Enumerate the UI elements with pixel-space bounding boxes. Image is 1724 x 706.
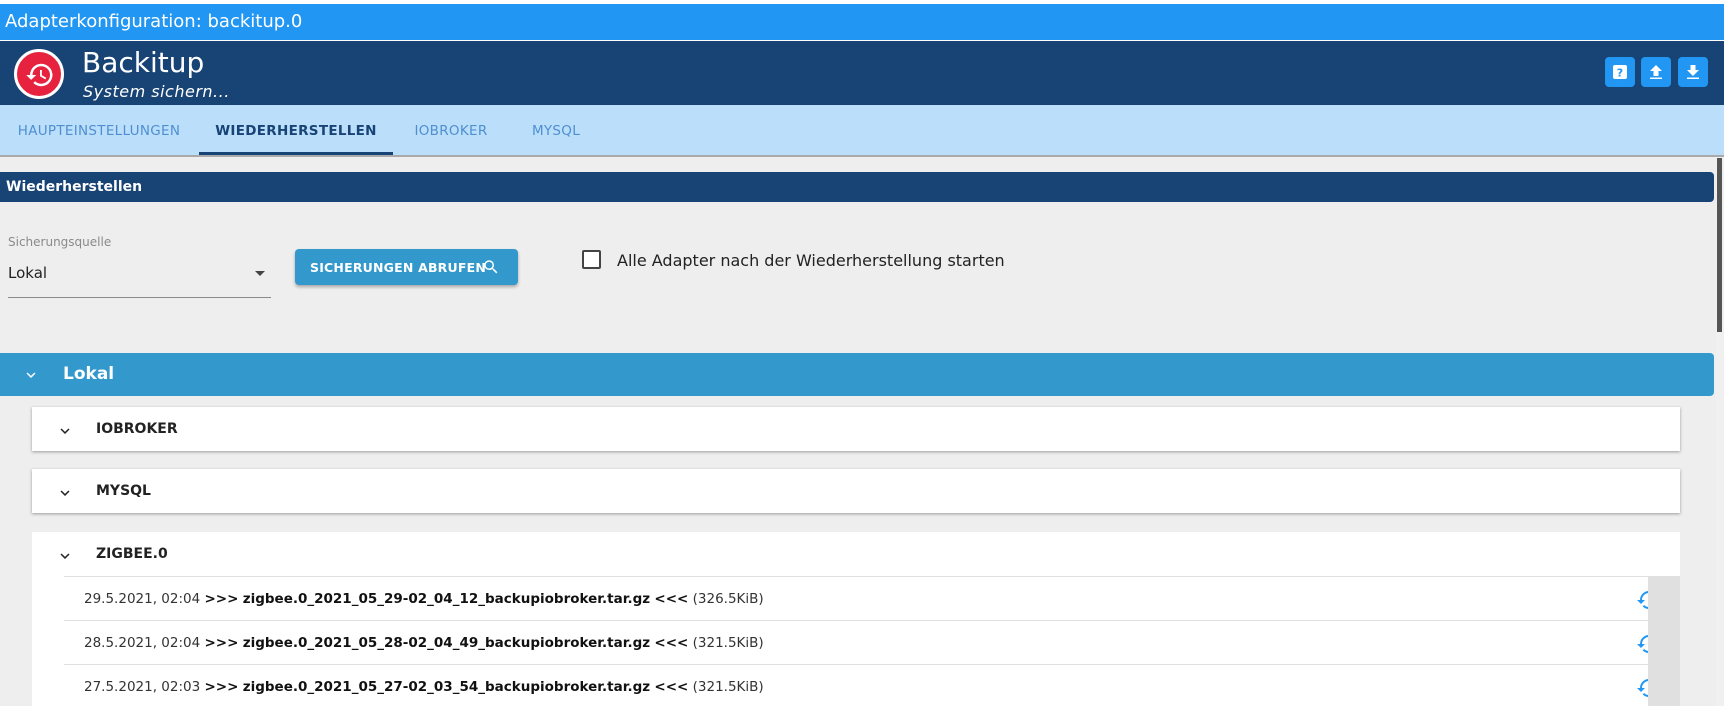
upload-button[interactable] [1641, 57, 1671, 87]
source-select-value: Lokal [8, 264, 48, 282]
chevron-down-icon [26, 372, 36, 378]
backup-date: 28.5.2021, 02:04 [84, 635, 201, 651]
panel-iobroker[interactable]: IOBROKER [32, 407, 1680, 451]
window-titlebar: Adapterkonfiguration: backitup.0 [0, 0, 1724, 44]
help-button[interactable]: ? [1605, 57, 1635, 87]
backup-date: 29.5.2021, 02:04 [84, 591, 201, 607]
start-adapters-checkbox[interactable] [582, 250, 601, 269]
search-icon [484, 260, 498, 274]
backup-entry: 29.5.2021, 02:04 >>> zigbee.0_2021_05_29… [64, 576, 1658, 620]
group-lokal[interactable]: Lokal [0, 353, 1714, 396]
app-header: Backitup System sichern... ? [0, 41, 1724, 105]
caret-down-icon [255, 271, 265, 276]
backup-entry: 27.5.2021, 02:03 >>> zigbee.0_2021_05_27… [64, 664, 1658, 706]
tab-mysql[interactable]: MYSQL [512, 105, 600, 155]
panel-iobroker-label: IOBROKER [96, 421, 178, 437]
backup-size: (326.5KiB) [692, 591, 764, 607]
fetch-backups-label: SICHERUNGEN ABRUFEN [310, 260, 486, 275]
panel-mysql[interactable]: MYSQL [32, 469, 1680, 513]
backitup-logo-icon [14, 49, 64, 99]
source-select[interactable]: Lokal [8, 256, 271, 298]
tab-wiederherstellen[interactable]: WIEDERHERSTELLEN [199, 105, 393, 155]
help-icon: ? [1613, 65, 1627, 80]
scrollbar-thumb[interactable] [1717, 158, 1722, 332]
start-adapters-label: Alle Adapter nach der Wiederherstellung … [617, 251, 1005, 270]
tab-iobroker[interactable]: IOBROKER [400, 105, 502, 155]
panel-zigbee[interactable]: ZIGBEE.0 [32, 532, 1680, 576]
backup-list: 29.5.2021, 02:04 >>> zigbee.0_2021_05_29… [32, 576, 1680, 706]
list-side-strip [1648, 576, 1680, 706]
chevron-down-icon [60, 553, 70, 559]
backup-entry: 28.5.2021, 02:04 >>> zigbee.0_2021_05_28… [64, 620, 1658, 664]
backup-size: (321.5KiB) [692, 679, 764, 695]
backup-prefix: >>> [204, 591, 239, 607]
backup-prefix: >>> [204, 635, 239, 651]
app-title: Backitup [82, 46, 205, 79]
backup-filename: zigbee.0_2021_05_28-02_04_49_backupiobro… [242, 635, 651, 651]
upload-icon [1650, 65, 1662, 79]
chevron-down-icon [60, 490, 70, 496]
tab-bar: HAUPTEINSTELLUNGEN WIEDERHERSTELLEN IOBR… [0, 105, 1724, 157]
backup-size: (321.5KiB) [692, 635, 764, 651]
backup-filename: zigbee.0_2021_05_27-02_03_54_backupiobro… [242, 679, 651, 695]
panel-zigbee-label: ZIGBEE.0 [96, 546, 168, 562]
group-lokal-label: Lokal [63, 364, 115, 384]
download-button[interactable] [1678, 57, 1708, 87]
window-title: Adapterkonfiguration: backitup.0 [0, 4, 1724, 40]
source-label: Sicherungsquelle [8, 235, 112, 249]
backup-suffix: <<< [654, 635, 689, 651]
app-subtitle: System sichern... [83, 82, 230, 101]
download-icon [1687, 65, 1699, 79]
backup-filename: zigbee.0_2021_05_29-02_04_12_backupiobro… [242, 591, 651, 607]
backup-suffix: <<< [654, 679, 689, 695]
chevron-down-icon [60, 428, 70, 434]
fetch-backups-button[interactable]: SICHERUNGEN ABRUFEN [295, 249, 518, 285]
backup-suffix: <<< [654, 591, 689, 607]
backup-date: 27.5.2021, 02:03 [84, 679, 201, 695]
svg-text:?: ? [1617, 67, 1623, 80]
backup-prefix: >>> [204, 679, 239, 695]
tab-haupteinstellungen[interactable]: HAUPTEINSTELLUNGEN [0, 105, 198, 155]
section-title: Wiederherstellen [0, 172, 1714, 202]
panel-mysql-label: MYSQL [96, 483, 151, 499]
